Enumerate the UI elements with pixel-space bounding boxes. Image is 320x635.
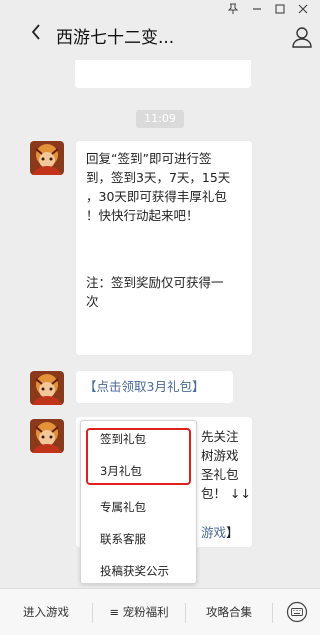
divider	[272, 603, 273, 623]
chat-header: 西游七十二变...	[0, 14, 320, 58]
message-fragment: 】	[226, 525, 239, 540]
message-fragment: 先关注	[201, 429, 239, 444]
keyboard-icon[interactable]	[286, 601, 308, 623]
avatar[interactable]	[30, 419, 64, 453]
bottom-menu-bar: 进入游戏 ≡ 宠粉福利 攻略合集	[0, 588, 320, 635]
message-bubble-signin: 回复“签到”即可进行签 到，签到3天，7天，15天 ，30天即可获得丰厚礼包 ！…	[76, 141, 252, 355]
message-line: 次	[86, 294, 99, 309]
message-line: 到，签到3天，7天，15天	[86, 170, 231, 185]
message-line: 注：签到奖励仅可获得一	[86, 275, 224, 290]
message-fragment: 树游戏	[201, 448, 239, 463]
page-title: 西游七十二变...	[56, 28, 175, 48]
message-fragment: 包！ ↓↓	[201, 486, 251, 501]
message-timestamp: 11:09	[136, 110, 184, 128]
message-fragment: 圣礼包	[201, 467, 239, 482]
message-link-fragment[interactable]: 游戏	[201, 523, 226, 542]
message-line: ！快快行动起来吧！	[86, 208, 199, 223]
gift-link-message[interactable]: 【点击领取3月礼包】	[76, 371, 233, 403]
tab-fan-benefits[interactable]: ≡ 宠粉福利	[93, 589, 185, 635]
person-icon[interactable]	[292, 26, 312, 48]
menu-item-award-notice[interactable]: 投稿获奖公示	[100, 563, 169, 579]
chevron-left-icon[interactable]	[30, 22, 42, 47]
highlight-box	[86, 428, 191, 485]
chat-area[interactable]: 11:09 回复“签到”即可进行签 到，签到3天，7天，15天 ，30天即可获得…	[0, 60, 320, 588]
menu-item-exclusive-gift[interactable]: 专属礼包	[100, 499, 146, 515]
tab-guides[interactable]: 攻略合集	[186, 589, 272, 635]
message-line	[86, 225, 242, 244]
message-line: 回复“签到”即可进行签	[86, 151, 212, 166]
previous-message-bubble	[75, 60, 251, 88]
tab-enter-game[interactable]: 进入游戏	[0, 589, 92, 635]
message-line	[86, 244, 242, 263]
message-line: ，30天即可获得丰厚礼包	[86, 189, 227, 204]
avatar[interactable]	[30, 141, 64, 175]
menu-item-customer-service[interactable]: 联系客服	[100, 531, 146, 547]
avatar[interactable]	[30, 371, 64, 405]
